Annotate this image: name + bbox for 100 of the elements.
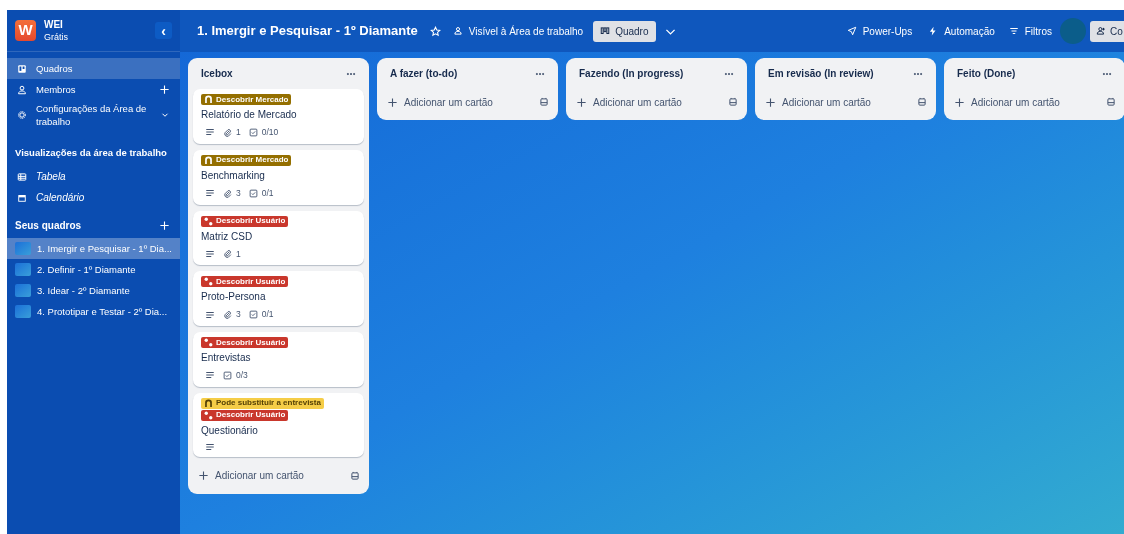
add-card-button[interactable]: Adicionar um cartão	[954, 94, 1103, 110]
board-title: 1. Imergir e Pesquisar - 1º Diamante	[197, 22, 418, 41]
arch-icon	[204, 95, 213, 104]
person-icon	[17, 84, 27, 95]
checkbox-icon	[223, 370, 232, 380]
share-button[interactable]: Co	[1090, 20, 1124, 42]
board-thumbnail	[15, 263, 31, 277]
sidebar-item[interactable]: Configurações da Área de trabalho	[7, 100, 180, 130]
view-button[interactable]: Quadro	[593, 20, 656, 42]
template-button[interactable]	[539, 97, 549, 107]
badge-count: 0/3	[236, 369, 248, 382]
add-person-icon	[1096, 26, 1106, 36]
workspace-name: WEI	[44, 17, 64, 31]
template-icon	[728, 97, 738, 107]
card-label: Descobrir Mercado	[201, 94, 292, 105]
board-thumbnail	[15, 305, 31, 319]
power-ups-button[interactable]: Power-Ups	[846, 23, 913, 39]
card[interactable]: Descobrir Usuário Entrevistas 0/3	[193, 332, 364, 387]
arch-icon	[204, 398, 213, 408]
card-label: Descobrir Usuário	[201, 215, 289, 227]
sidebar-item[interactable]: Tabela	[7, 166, 180, 188]
card[interactable]: Descobrir Usuário Matriz CSD 1	[193, 210, 364, 266]
badge-count: 3	[236, 186, 241, 200]
card-label: Descobrir Usuário	[201, 409, 289, 421]
sidebar-item[interactable]: Quadros	[7, 58, 180, 79]
board-thumbnail	[15, 242, 31, 256]
description-icon	[205, 441, 215, 452]
paperclip-icon	[223, 127, 232, 137]
add-card-button[interactable]: Adicionar um cartão	[387, 94, 536, 110]
template-icon	[1106, 97, 1116, 107]
template-button[interactable]	[1106, 97, 1116, 107]
template-button[interactable]	[350, 470, 360, 481]
workspace-logo: W	[15, 20, 36, 41]
avatar	[1060, 18, 1086, 44]
card-title: Matriz CSD	[201, 229, 254, 244]
list-title: Feito (Done)	[957, 67, 1017, 81]
table-icon	[17, 171, 27, 182]
section-heading: Visualizações da área de trabalho	[14, 146, 168, 160]
board-item[interactable]: 4. Prototipar e Testar - 2º Dia...	[7, 301, 180, 323]
badge-count: 3	[236, 308, 241, 321]
card-label: Descobrir Mercado	[201, 154, 292, 166]
card-label: Descobrir Usuário	[201, 276, 289, 288]
workspace-plan: Grátis	[44, 30, 69, 44]
badge-count: 0/10	[261, 126, 279, 139]
template-icon	[917, 97, 927, 107]
description-icon	[205, 248, 215, 259]
template-button[interactable]	[728, 97, 738, 107]
board-item[interactable]: 2. Definir - 1º Diamante	[7, 259, 180, 281]
checkbox-icon	[248, 188, 258, 198]
description-icon	[205, 309, 215, 320]
settings-icon	[17, 110, 27, 120]
card-label: Descobrir Usuário	[201, 337, 289, 348]
collapse-button[interactable]: ‹	[155, 22, 172, 39]
automation-button[interactable]: Automação	[928, 23, 995, 39]
checkbox-icon	[248, 127, 258, 137]
board-thumbnail	[15, 284, 31, 298]
plus-icon	[954, 96, 965, 108]
card-title: Proto-Persona	[201, 290, 267, 305]
paperclip-icon	[223, 249, 232, 259]
card[interactable]: Descobrir Usuário Proto-Persona 3 0/1	[193, 271, 364, 326]
people-icon	[452, 26, 463, 36]
badge-count: 1	[236, 247, 241, 261]
checkbox-icon	[248, 310, 258, 320]
list-title: Fazendo (In progress)	[579, 67, 685, 81]
description-icon	[205, 127, 215, 138]
paperclip-icon	[223, 310, 232, 320]
card[interactable]: Pode substituir a entrevista Descobrir Usuário Questionário	[193, 392, 364, 457]
plus-icon	[159, 84, 170, 95]
filters-button[interactable]: Filtros	[1008, 23, 1052, 39]
sidebar-item[interactable]: Membros	[7, 79, 180, 100]
dots-icon	[204, 338, 213, 347]
badge-count: 1	[236, 126, 241, 139]
card-label: Pode substituir a entrevista	[201, 397, 324, 409]
template-button[interactable]	[917, 97, 927, 107]
list-title: A fazer (to-do)	[390, 67, 459, 81]
badge-count: 0/1	[261, 186, 274, 200]
board-view-icon	[600, 26, 611, 36]
board-icon	[17, 63, 27, 74]
plus-icon	[198, 470, 209, 482]
card[interactable]: Descobrir Mercado Benchmarking 3 0/1	[193, 149, 364, 205]
section-heading: Seus quadros	[15, 219, 83, 234]
add-card-button[interactable]: Adicionar um cartão	[576, 94, 725, 110]
arch-icon	[204, 155, 213, 165]
card-title: Relatório de Mercado	[201, 108, 298, 122]
board-item[interactable]: 3. Idear - 2º Diamante	[7, 280, 180, 302]
template-icon	[539, 97, 549, 107]
add-card-button[interactable]: Adicionar um cartão	[198, 468, 347, 484]
visibility-button[interactable]: Visível à Área de trabalho	[452, 23, 584, 39]
add-card-button[interactable]: Adicionar um cartão	[765, 94, 914, 110]
list-title: Icebox	[201, 67, 234, 81]
sidebar-item[interactable]: Calendário	[7, 187, 180, 209]
calendar-icon	[17, 192, 27, 203]
plus-icon	[576, 96, 587, 108]
dots-icon	[204, 216, 213, 226]
star-button[interactable]	[429, 25, 441, 37]
list-title: Em revisão (In review)	[768, 67, 875, 81]
board-item[interactable]: 1. Imergir e Pesquisar - 1º Dia...	[7, 238, 180, 260]
dots-icon	[204, 277, 213, 287]
card[interactable]: Descobrir Mercado Relatório de Mercado 1 0/10	[193, 89, 364, 144]
paperclip-icon	[223, 188, 232, 198]
